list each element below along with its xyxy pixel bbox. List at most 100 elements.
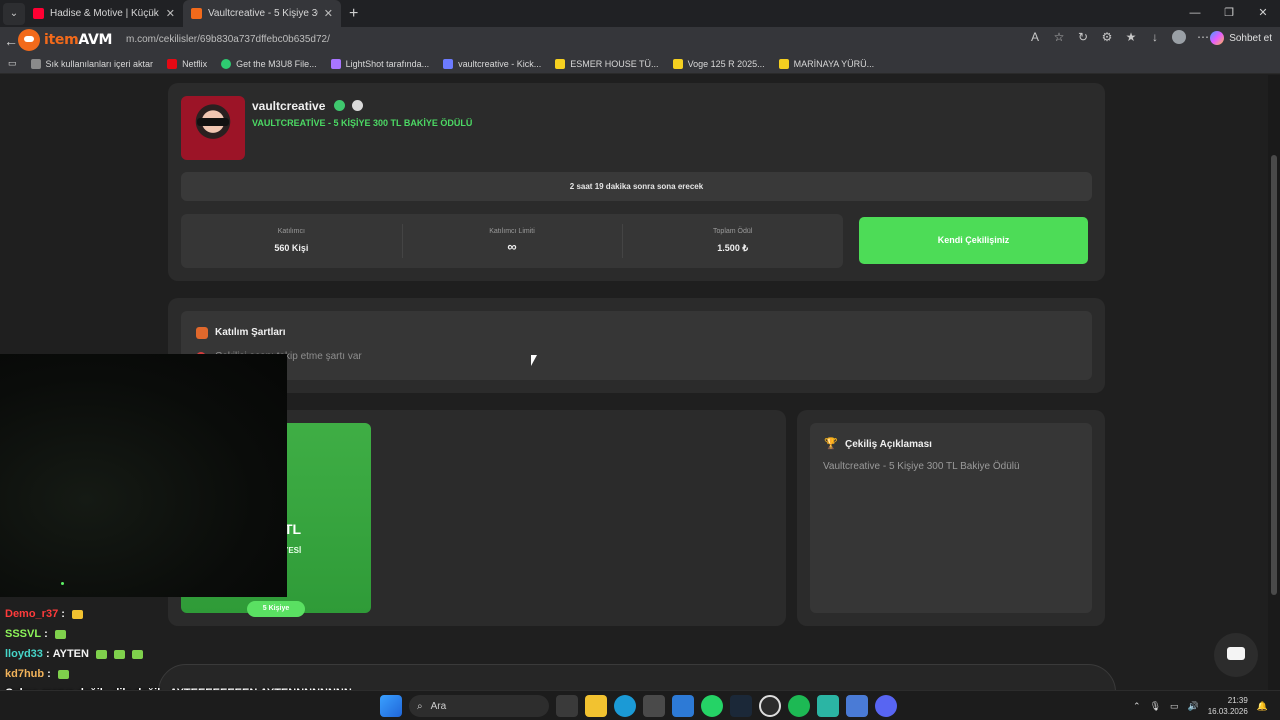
profile-avatar[interactable]	[1172, 30, 1186, 44]
new-tab-button[interactable]: +	[349, 5, 358, 23]
bookmark-netflix[interactable]: Netflix	[167, 58, 207, 69]
logo-text-item: item	[44, 32, 79, 48]
clock-time: 21:39	[1227, 696, 1248, 705]
webcam-light	[61, 582, 64, 585]
host-avatar[interactable]	[181, 96, 245, 160]
network-app-icon[interactable]	[846, 695, 868, 717]
favorite-star-icon[interactable]: ☆	[1052, 30, 1066, 44]
site-logo[interactable]: itemAVM	[18, 29, 112, 51]
copilot-button[interactable]: Sohbet et	[1210, 31, 1272, 45]
window-controls: — ❐ ✕	[1178, 0, 1280, 27]
itemavm-icon	[191, 8, 202, 19]
taskbar: ⌕ Ara ⌃ 🎙 ▭ 🔊 21:39 16.03.2026 🔔	[0, 690, 1280, 720]
task-view-icon[interactable]	[556, 695, 578, 717]
minimize-icon[interactable]: —	[1178, 0, 1212, 27]
emote-icon	[71, 609, 83, 619]
copilot-icon	[1210, 31, 1225, 45]
emote-icon	[131, 649, 143, 659]
app-icon[interactable]	[817, 695, 839, 717]
discord-icon[interactable]	[875, 695, 897, 717]
stat-value: 560 Kişi	[274, 243, 309, 253]
webcam-overlay	[0, 354, 287, 597]
raffle-title: VAULTCREATİVE - 5 KİŞİYE 300 TL BAKİYE Ö…	[252, 118, 473, 128]
taskbar-search[interactable]: ⌕ Ara	[409, 695, 549, 717]
stat-participants: Katılımcı 560 Kişi	[181, 214, 402, 268]
bookmark-m3u8[interactable]: Get the M3U8 File...	[221, 58, 317, 69]
logo-text-avm: AVM	[78, 32, 113, 48]
search-label: Ara	[430, 700, 447, 712]
read-aloud-icon[interactable]: A	[1028, 30, 1042, 44]
mouse-cursor	[531, 355, 537, 366]
close-icon[interactable]: ✕	[324, 7, 333, 20]
taskbar-apps: ⌕ Ara	[380, 695, 897, 717]
bookmark-esmer[interactable]: ESMER HOUSE TÜ...	[555, 58, 659, 69]
stream-chat: Demo_r37 : SSSVL : lloyd33 : AYTEN kd7hu…	[5, 604, 143, 684]
search-icon: ⌕	[417, 700, 423, 712]
tab-list-button[interactable]: ⌄	[3, 2, 25, 25]
chat-line: Demo_r37 :	[5, 604, 143, 624]
bookmark-marina[interactable]: MARİNAYA YÜRÜ...	[778, 58, 874, 69]
emote-icon	[95, 649, 107, 659]
host-name[interactable]: vaultcreative	[252, 99, 325, 113]
stat-label: Katılımcı Limiti	[489, 228, 535, 235]
requirements-panel	[181, 311, 1092, 380]
close-icon[interactable]: ✕	[166, 7, 175, 20]
sahibinden-icon	[555, 58, 566, 69]
bookmark-import[interactable]: Sık kullanılanları içeri aktar	[30, 58, 153, 69]
feather-icon	[330, 58, 341, 69]
steam-icon[interactable]	[730, 695, 752, 717]
extensions-icon[interactable]: ⚙	[1100, 30, 1114, 44]
download-icon[interactable]: ↓	[1148, 30, 1162, 44]
emote-icon	[54, 629, 66, 639]
mail-icon[interactable]	[672, 695, 694, 717]
sahibinden-icon	[778, 58, 789, 69]
microphone-icon[interactable]: 🎙	[1150, 701, 1161, 712]
chat-support-button[interactable]	[1214, 633, 1258, 677]
tab-youtube[interactable]: Hadise & Motive | Küçük Bir Yol | ✕	[25, 0, 183, 27]
scrollbar[interactable]	[1268, 75, 1280, 690]
stat-value: 1.500 ₺	[717, 243, 749, 253]
sidebar-toggle-icon[interactable]: ▭	[8, 58, 17, 69]
whatsapp-icon[interactable]	[701, 695, 723, 717]
edge-icon[interactable]	[614, 695, 636, 717]
clock[interactable]: 21:39 16.03.2026	[1208, 695, 1248, 717]
network-icon[interactable]: ▭	[1170, 701, 1179, 712]
spotify-icon[interactable]	[788, 695, 810, 717]
obs-icon[interactable]	[759, 695, 781, 717]
kick-icon	[443, 58, 454, 69]
trophy-icon: 🏆	[824, 438, 838, 450]
address-bar-icons: A ☆ ↻ ⚙ ★ ↓ ⋯	[1028, 30, 1210, 44]
more-icon[interactable]: ⋯	[1196, 30, 1210, 44]
restore-icon[interactable]: ❐	[1212, 0, 1246, 27]
store-icon[interactable]	[643, 695, 665, 717]
volume-icon[interactable]: 🔊	[1188, 701, 1199, 712]
sahibinden-icon	[672, 58, 683, 69]
import-icon	[30, 58, 41, 69]
emote-icon	[57, 669, 69, 679]
show-hidden-icons[interactable]: ⌃	[1133, 701, 1141, 712]
url-field[interactable]: m.com/cekilisler/69b830a737dffebc0b635d7…	[126, 34, 330, 45]
own-raffle-button[interactable]: Kendi Çekilişiniz	[859, 217, 1088, 264]
bookmark-voge[interactable]: Voge 125 R 2025...	[672, 58, 765, 69]
m3u8-icon	[221, 58, 232, 69]
close-window-icon[interactable]: ✕	[1246, 0, 1280, 27]
chat-user: Demo_r37	[5, 608, 59, 620]
refresh-icon[interactable]: ↻	[1076, 30, 1090, 44]
bookmark-lightshot[interactable]: LightShot tarafında...	[330, 58, 429, 69]
stat-total-prize: Toplam Ödül 1.500 ₺	[622, 214, 843, 268]
bookmark-kick[interactable]: vaultcreative - Kick...	[443, 58, 541, 69]
file-explorer-icon[interactable]	[585, 695, 607, 717]
bookmarks-bar: ▭ Sık kullanılanları içeri aktar Netflix…	[0, 54, 1280, 74]
chat-line: lloyd33 : AYTEN	[5, 644, 143, 664]
emote-icon	[113, 649, 125, 659]
chat-line: SSSVL :	[5, 624, 143, 644]
countdown-timer: 2 saat 19 dakika sonra sona erecek	[181, 172, 1092, 201]
windows-start-icon[interactable]	[380, 695, 402, 717]
tab-title: Hadise & Motive | Küçük Bir Yol |	[50, 8, 160, 19]
raffle-stats: Katılımcı 560 Kişi Katılımcı Limiti ∞ To…	[181, 214, 843, 268]
favorites-icon[interactable]: ★	[1124, 30, 1138, 44]
tab-raffle[interactable]: Vaultcreative - 5 Kişiye 300 TL Baki ✕	[183, 0, 341, 27]
notification-bell-icon[interactable]: 🔔	[1257, 701, 1268, 712]
scroll-thumb[interactable]	[1271, 155, 1277, 595]
description-text: Vaultcreative - 5 Kişiye 300 TL Bakiye Ö…	[823, 461, 1020, 472]
